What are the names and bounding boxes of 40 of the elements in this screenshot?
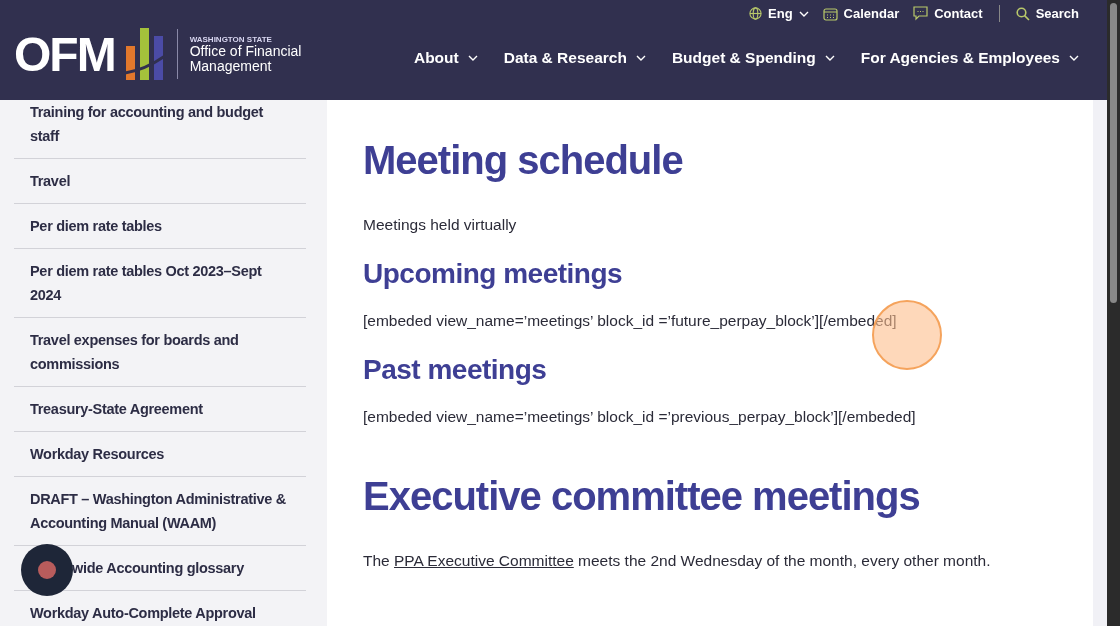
section-heading: Past meetings [363, 354, 548, 386]
chevron-down-icon [1069, 55, 1079, 61]
scrollbar-thumb[interactable] [1110, 3, 1117, 303]
nav-menu-item[interactable]: About [413, 49, 478, 67]
page-heading: Executive committee meetings [363, 473, 921, 520]
language-selector[interactable]: Eng [749, 6, 809, 21]
chevron-down-icon [635, 55, 646, 61]
search-icon [1015, 6, 1030, 21]
sidebar-link[interactable]: Per diem rate tables [14, 204, 306, 249]
nav-menu-item[interactable]: Budget & Spending [671, 49, 835, 67]
search-link[interactable]: Search [1015, 6, 1079, 21]
paragraph: Meetings held virtually [363, 216, 518, 234]
nav-menu-item[interactable]: Data & Research [503, 49, 646, 67]
calendar-icon [822, 6, 838, 21]
section-heading: Upcoming meetings [363, 258, 624, 290]
calendar-link[interactable]: Calendar [822, 6, 900, 21]
scrollbar[interactable] [1107, 0, 1120, 626]
paragraph: [embeded view_name=’meetings’ block_id =’previous_perpay_block’][/embeded] [363, 408, 917, 426]
chevron-down-icon [467, 55, 478, 61]
sidebar-link[interactable]: Workday Resources [14, 432, 306, 477]
chevron-down-icon [824, 55, 835, 61]
bar-chart-logo-icon [124, 28, 165, 80]
page-title: Meeting schedule [363, 137, 684, 184]
committee-link[interactable]: PPA Executive Committee [394, 552, 574, 569]
paragraph: The PPA Executive Committee meets the 2nd Wednesday of the month, every other month. [363, 552, 992, 570]
chevron-down-icon [798, 10, 809, 17]
contact-link[interactable]: Contact [913, 6, 983, 21]
logo-state-text: WASHINGTON STATE [189, 34, 273, 44]
sidebar-link[interactable]: Travel [14, 159, 306, 204]
logo-letters[interactable]: OFM [14, 26, 115, 82]
sidebar-link[interactable]: Per diem rate tables Oct 2023–Sept 2024 [14, 249, 306, 318]
chat-icon [913, 6, 929, 21]
sidebar-link[interactable]: Treasury-State Agreement [14, 387, 306, 432]
sidebar-link[interactable]: Workday Auto-Complete Approval [14, 591, 306, 625]
globe-icon [749, 7, 763, 20]
logo-agency-name: Office of Financial Management [189, 43, 303, 74]
sidebar-link[interactable]: Training for accounting and budget staff [14, 100, 306, 159]
nav-menu-item[interactable]: For Agencies & Employees [860, 49, 1079, 67]
record-button[interactable] [21, 544, 73, 596]
sidebar-link[interactable]: Travel expenses for boards and commissions [14, 318, 306, 387]
